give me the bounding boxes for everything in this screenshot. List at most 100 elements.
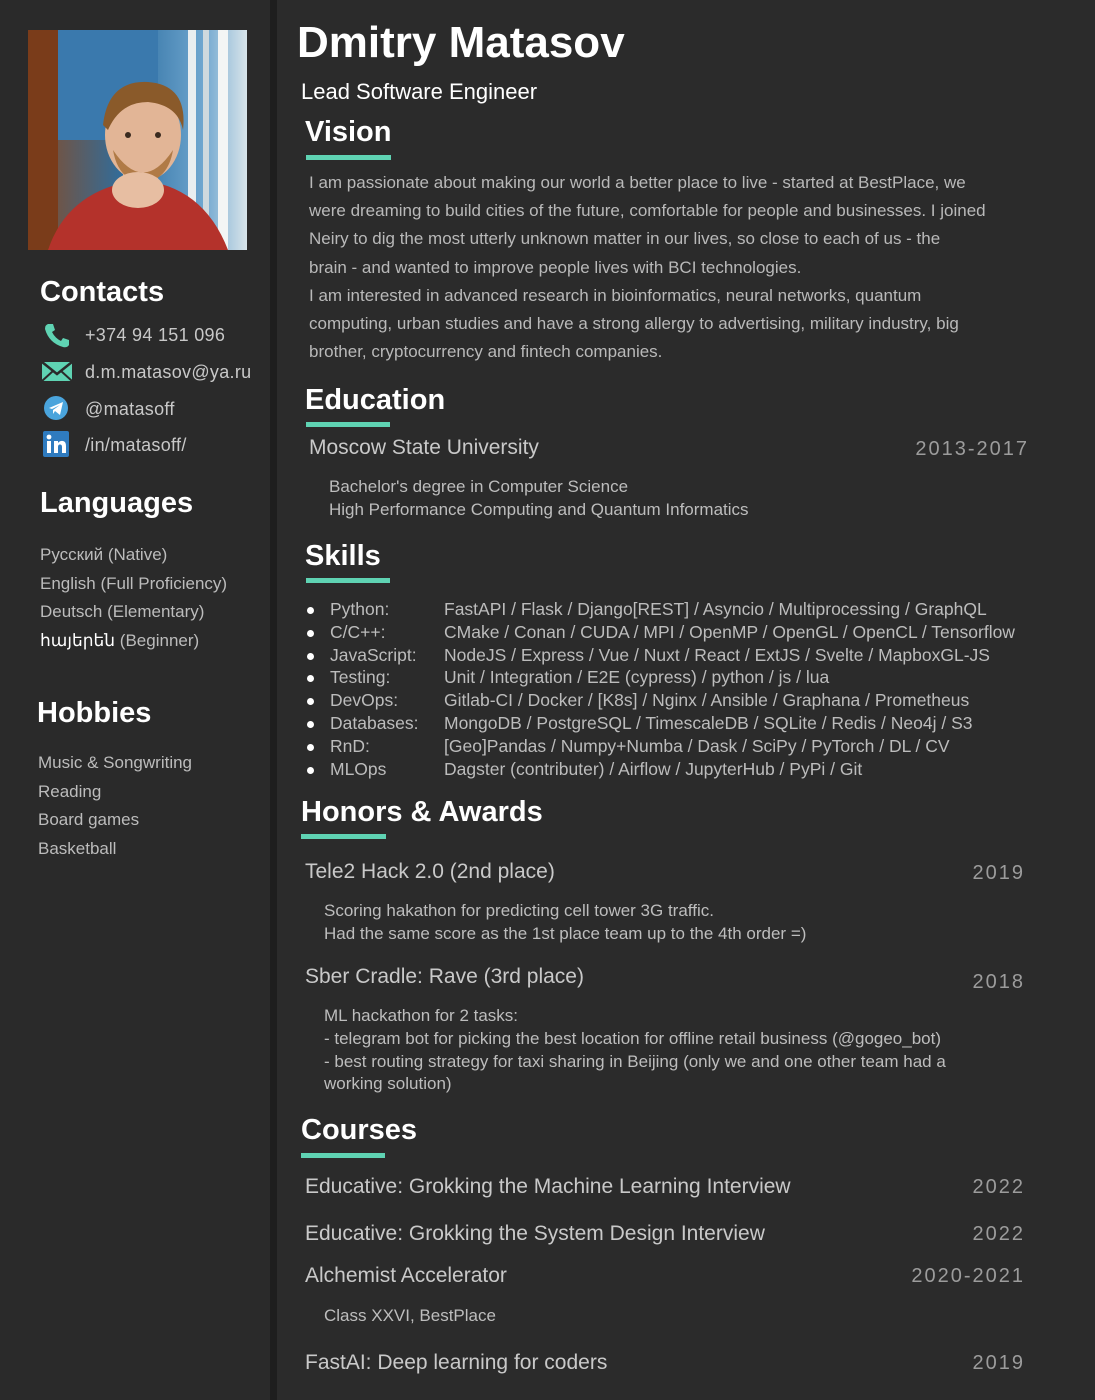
education-details: Bachelor's degree in Computer Science Hi… bbox=[329, 476, 749, 522]
vision-line: I am passionate about making our world a… bbox=[309, 173, 966, 192]
courses-underline bbox=[301, 1153, 385, 1158]
bullet-icon bbox=[307, 698, 314, 706]
vision-line: brain - and wanted to improve people liv… bbox=[309, 257, 802, 277]
page-title: Dmitry Matasov bbox=[297, 18, 625, 67]
course-year: 2022 bbox=[972, 1176, 1025, 1198]
hobbies-heading: Hobbies bbox=[37, 697, 152, 729]
course-title: FastAI: Deep learning for coders bbox=[305, 1351, 608, 1374]
course-title: Educative: Grokking the Machine Learning… bbox=[305, 1175, 791, 1198]
column-divider bbox=[270, 0, 277, 1400]
list-item: Board games bbox=[38, 810, 140, 829]
skill-category: C/C++: bbox=[330, 621, 386, 642]
language-name: հայերեն bbox=[40, 630, 116, 650]
award-detail-line: working solution) bbox=[324, 1074, 452, 1094]
contact-email[interactable]: d.m.matasov@ya.ru bbox=[40, 358, 265, 388]
bullet-icon bbox=[307, 766, 314, 774]
contacts-heading: Contacts bbox=[40, 276, 165, 308]
award-title: Sber Cradle: Rave (3rd place) bbox=[305, 965, 584, 988]
sidebar: Contacts +374 94 151 096 d.m.matasov@ya.… bbox=[0, 0, 270, 1400]
skill-category: DevOps: bbox=[330, 690, 399, 711]
vision-line: Neiry to dig the most utterly unknown ma… bbox=[309, 229, 941, 249]
email-icon bbox=[40, 358, 74, 386]
list-item: Reading bbox=[38, 781, 102, 801]
language-level: (Beginner) bbox=[119, 630, 200, 650]
skills-heading: Skills bbox=[305, 540, 381, 572]
skill-values: Unit / Integration / E2E (cypress) / pyt… bbox=[444, 667, 830, 688]
course-title: Alchemist Accelerator bbox=[305, 1264, 507, 1287]
languages-heading: Languages bbox=[40, 487, 194, 519]
bullet-icon bbox=[307, 607, 314, 614]
contact-phone[interactable]: +374 94 151 096 bbox=[40, 321, 265, 351]
awards-underline bbox=[301, 834, 386, 839]
languages-list: Русский (Native) English (Full Proficien… bbox=[40, 541, 227, 655]
profile-photo bbox=[28, 30, 247, 250]
awards-heading: Honors & Awards bbox=[301, 796, 543, 828]
education-underline bbox=[306, 422, 390, 427]
skill-category: Databases: bbox=[330, 712, 419, 733]
contact-linkedin[interactable]: /in/matasoff/ bbox=[40, 431, 265, 461]
language-level: (Full Proficiency) bbox=[100, 573, 228, 593]
phone-number: +374 94 151 096 bbox=[85, 325, 226, 345]
vision-heading: Vision bbox=[305, 116, 392, 148]
language-level: (Elementary) bbox=[107, 602, 205, 621]
award-details: ML hackathon for 2 tasks: - telegram bot… bbox=[324, 1005, 946, 1096]
skill-values: CMake / Conan / CUDA / MPI / OpenMP / Op… bbox=[444, 621, 1015, 642]
list-item: Русский (Native) bbox=[40, 541, 227, 570]
telegram-handle: @matasoff bbox=[85, 399, 175, 419]
list-item: English (Full Proficiency) bbox=[40, 570, 227, 599]
contact-telegram[interactable]: @matasoff bbox=[40, 395, 265, 425]
bullet-icon bbox=[307, 743, 314, 751]
linkedin-profile: /in/matasoff/ bbox=[85, 435, 187, 455]
award-detail-line: Had the same score as the 1st place team… bbox=[324, 923, 807, 943]
education-school: Moscow State University bbox=[309, 436, 539, 459]
skill-values: MongoDB / PostgreSQL / TimescaleDB / SQL… bbox=[444, 712, 973, 733]
award-detail-line: ML hackathon for 2 tasks: bbox=[324, 1006, 519, 1025]
skill-category: RnD: bbox=[330, 735, 370, 756]
award-detail-line: - best routing strategy for taxi sharing… bbox=[324, 1051, 946, 1071]
course-year: 2020-2021 bbox=[911, 1265, 1025, 1287]
bullet-icon bbox=[307, 629, 314, 637]
skill-values: FastAPI / Flask / Django[REST] / Asyncio… bbox=[444, 599, 987, 619]
skill-values: NodeJS / Express / Vue / Nuxt / React / … bbox=[444, 644, 990, 665]
linkedin-icon bbox=[40, 431, 74, 459]
courses-heading: Courses bbox=[301, 1114, 418, 1146]
award-detail-line: - telegram bot for picking the best loca… bbox=[324, 1028, 942, 1048]
list-item: Basketball bbox=[38, 838, 117, 858]
vision-line: were dreaming to build cities of the fut… bbox=[309, 201, 986, 221]
skill-category: Python: bbox=[330, 599, 390, 619]
award-details: Scoring hakathon for predicting cell tow… bbox=[324, 900, 806, 946]
list-item: Deutsch (Elementary) bbox=[40, 598, 227, 627]
award-year: 2019 bbox=[972, 862, 1025, 884]
bullet-icon bbox=[307, 675, 314, 683]
telegram-icon bbox=[40, 395, 74, 423]
skill-values: Gitlab-CI / Docker / [K8s] / Nginx / Ans… bbox=[444, 690, 970, 711]
skill-category: MLOps bbox=[330, 758, 387, 779]
main-content: Dmitry Matasov Lead Software Engineer Vi… bbox=[277, 0, 1095, 1400]
skills-underline bbox=[306, 578, 390, 583]
award-detail-line: Scoring hakathon for predicting cell tow… bbox=[324, 901, 714, 920]
course-year: 2019 bbox=[972, 1352, 1025, 1374]
education-degree: Bachelor's degree in Computer Science bbox=[329, 477, 629, 496]
course-detail-line: Class XXVI, BestPlace bbox=[324, 1306, 496, 1325]
education-specialization: High Performance Computing and Quantum I… bbox=[329, 499, 749, 519]
skill-category: JavaScript: bbox=[330, 644, 417, 665]
language-name: Deutsch bbox=[40, 602, 103, 621]
phone-icon bbox=[40, 321, 74, 349]
vision-line: computing, urban studies and have a stro… bbox=[309, 314, 959, 334]
award-year: 2018 bbox=[972, 971, 1025, 993]
bullet-icon bbox=[307, 652, 314, 660]
vision-line: I am interested in advanced research in … bbox=[309, 285, 922, 305]
list-item: Music & Songwriting bbox=[38, 753, 193, 772]
language-name: Русский bbox=[40, 545, 104, 564]
list-item: հայերեն (Beginner) bbox=[40, 627, 227, 656]
vision-text: I am passionate about making our world a… bbox=[309, 169, 1059, 366]
education-year: 2013-2017 bbox=[915, 438, 1029, 460]
language-level: (Native) bbox=[107, 545, 168, 564]
vision-underline bbox=[306, 155, 391, 160]
vision-line: brother, cryptocurrency and fintech comp… bbox=[309, 342, 663, 362]
award-title: Tele2 Hack 2.0 (2nd place) bbox=[305, 860, 555, 883]
skill-values: [Geo]Pandas / Numpy+Numba / Dask / SciPy… bbox=[444, 735, 950, 756]
job-title: Lead Software Engineer bbox=[301, 79, 538, 104]
bullet-icon bbox=[307, 720, 314, 728]
skill-category: Testing: bbox=[330, 667, 391, 688]
